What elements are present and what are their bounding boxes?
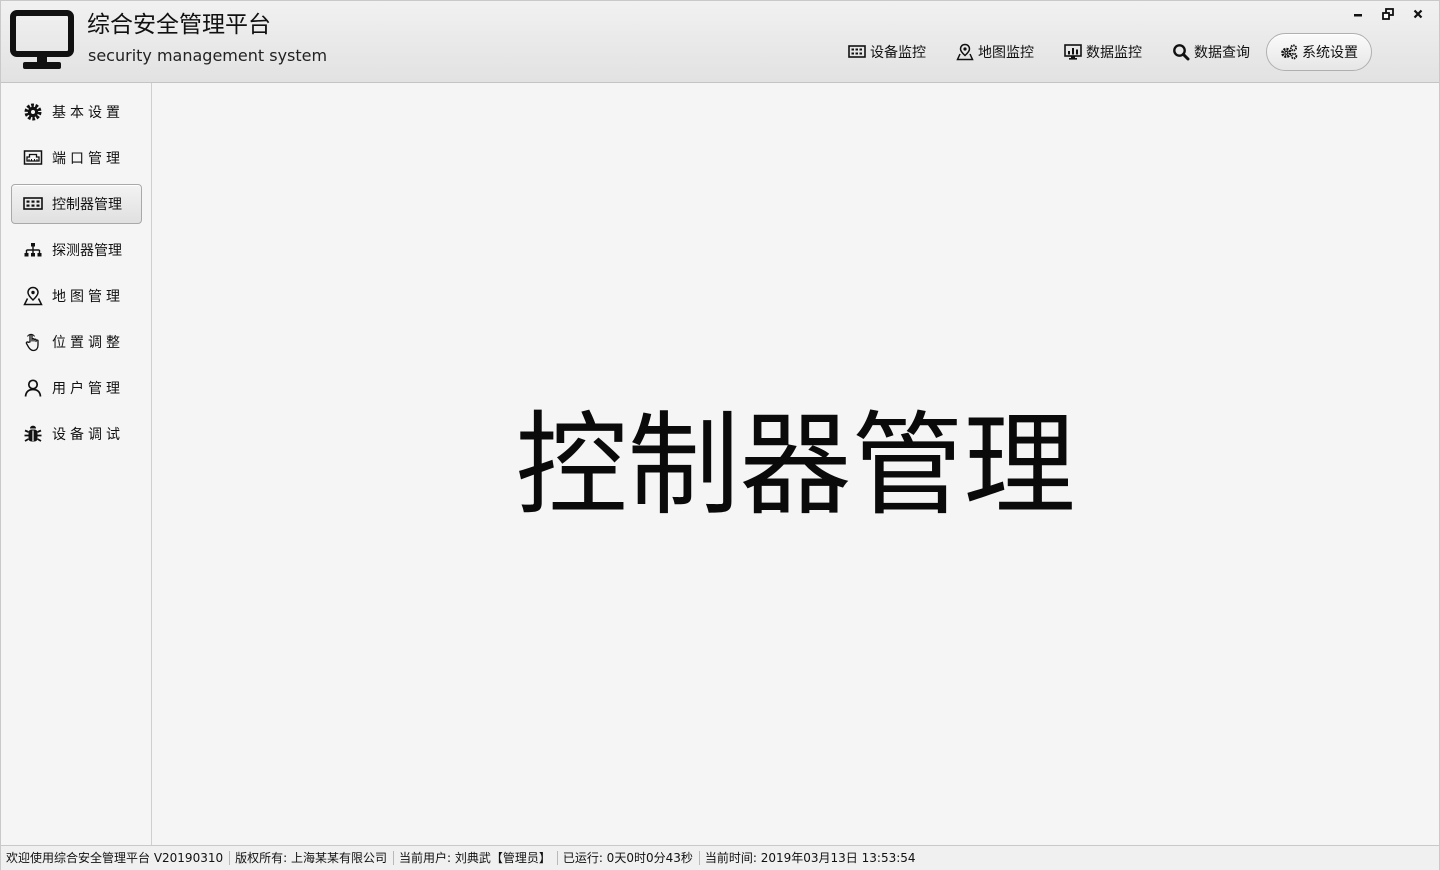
- sidebar-item-label: 控制器管理: [52, 197, 122, 213]
- app-title: 综合安全管理平台: [87, 12, 271, 38]
- sidebar: 基本设置 端口管理 控制器管理 探测器管理 地图管理 位置调整 用户管理 设备调…: [1, 83, 152, 845]
- close-icon: [1413, 9, 1423, 19]
- status-copyright: 版权所有: 上海某某有限公司: [230, 851, 394, 865]
- nav-data-monitor[interactable]: 数据监控: [1050, 33, 1156, 71]
- sidebar-item-label: 用户管理: [52, 381, 124, 397]
- sidebar-item-map-management[interactable]: 地图管理: [11, 276, 142, 316]
- sidebar-item-detector-management[interactable]: 探测器管理: [11, 230, 142, 270]
- status-current-time: 当前时间: 2019年03月13日 13:53:54: [704, 851, 916, 865]
- nav-device-monitor-label: 设备监控: [870, 45, 926, 61]
- minimize-icon: [1354, 14, 1362, 17]
- hand-pointer-icon: [23, 332, 43, 352]
- restore-icon: [1382, 8, 1394, 20]
- nav-data-query[interactable]: 数据查询: [1158, 33, 1264, 71]
- nav-device-monitor[interactable]: 设备监控: [834, 33, 940, 71]
- map-pin-icon: [23, 286, 43, 306]
- close-button[interactable]: [1403, 5, 1433, 23]
- user-icon: [23, 378, 43, 398]
- search-icon: [1172, 43, 1190, 61]
- page-title: 控制器管理: [515, 401, 1076, 531]
- nav-system-settings-label: 系统设置: [1302, 45, 1358, 61]
- sidebar-item-user-management[interactable]: 用户管理: [11, 368, 142, 408]
- sidebar-item-label: 地图管理: [52, 289, 124, 305]
- sidebar-item-basic-settings[interactable]: 基本设置: [11, 92, 142, 132]
- gear-icon: [23, 102, 43, 122]
- sidebar-item-label: 位置调整: [52, 335, 124, 351]
- sidebar-item-port-management[interactable]: 端口管理: [11, 138, 142, 178]
- device-grid-icon: [848, 43, 866, 61]
- network-tree-icon: [23, 240, 43, 260]
- nav-map-monitor-label: 地图监控: [978, 45, 1034, 61]
- sidebar-item-label: 端口管理: [52, 151, 124, 167]
- monitor-logo-icon: [10, 10, 74, 69]
- restore-button[interactable]: [1373, 5, 1403, 23]
- status-uptime: 已运行: 0天0时0分43秒: [558, 851, 700, 865]
- bug-icon: [23, 424, 43, 444]
- sidebar-item-label: 设备调试: [52, 427, 124, 443]
- title-bar: 综合安全管理平台 security management system 设备监控…: [1, 1, 1439, 83]
- status-welcome: 欢迎使用综合安全管理平台 V20190310: [1, 851, 231, 865]
- controller-icon: [23, 194, 43, 214]
- gears-icon: [1280, 43, 1298, 61]
- top-navigation: 设备监控 地图监控 数据监控 数据查询 系统设置: [834, 32, 1374, 72]
- status-bar: 欢迎使用综合安全管理平台 V20190310 版权所有: 上海某某有限公司 当前…: [1, 845, 1439, 870]
- minimize-button[interactable]: [1343, 5, 1373, 23]
- chart-monitor-icon: [1064, 43, 1082, 61]
- sidebar-item-label: 基本设置: [52, 105, 124, 121]
- window-controls: [1343, 5, 1433, 23]
- app-subtitle: security management system: [88, 46, 328, 65]
- port-icon: [23, 148, 43, 168]
- sidebar-item-label: 探测器管理: [52, 243, 122, 259]
- sidebar-item-device-debug[interactable]: 设备调试: [11, 414, 142, 454]
- app-window: 综合安全管理平台 security management system 设备监控…: [0, 0, 1440, 870]
- nav-data-monitor-label: 数据监控: [1086, 45, 1142, 61]
- sidebar-item-position-adjust[interactable]: 位置调整: [11, 322, 142, 362]
- map-pin-icon: [956, 43, 974, 61]
- nav-system-settings[interactable]: 系统设置: [1266, 33, 1372, 71]
- nav-map-monitor[interactable]: 地图监控: [942, 33, 1048, 71]
- status-current-user: 当前用户: 刘典武【管理员】: [394, 851, 558, 865]
- nav-data-query-label: 数据查询: [1194, 45, 1250, 61]
- main-content: 控制器管理: [152, 83, 1439, 845]
- sidebar-item-controller-management[interactable]: 控制器管理: [11, 184, 142, 224]
